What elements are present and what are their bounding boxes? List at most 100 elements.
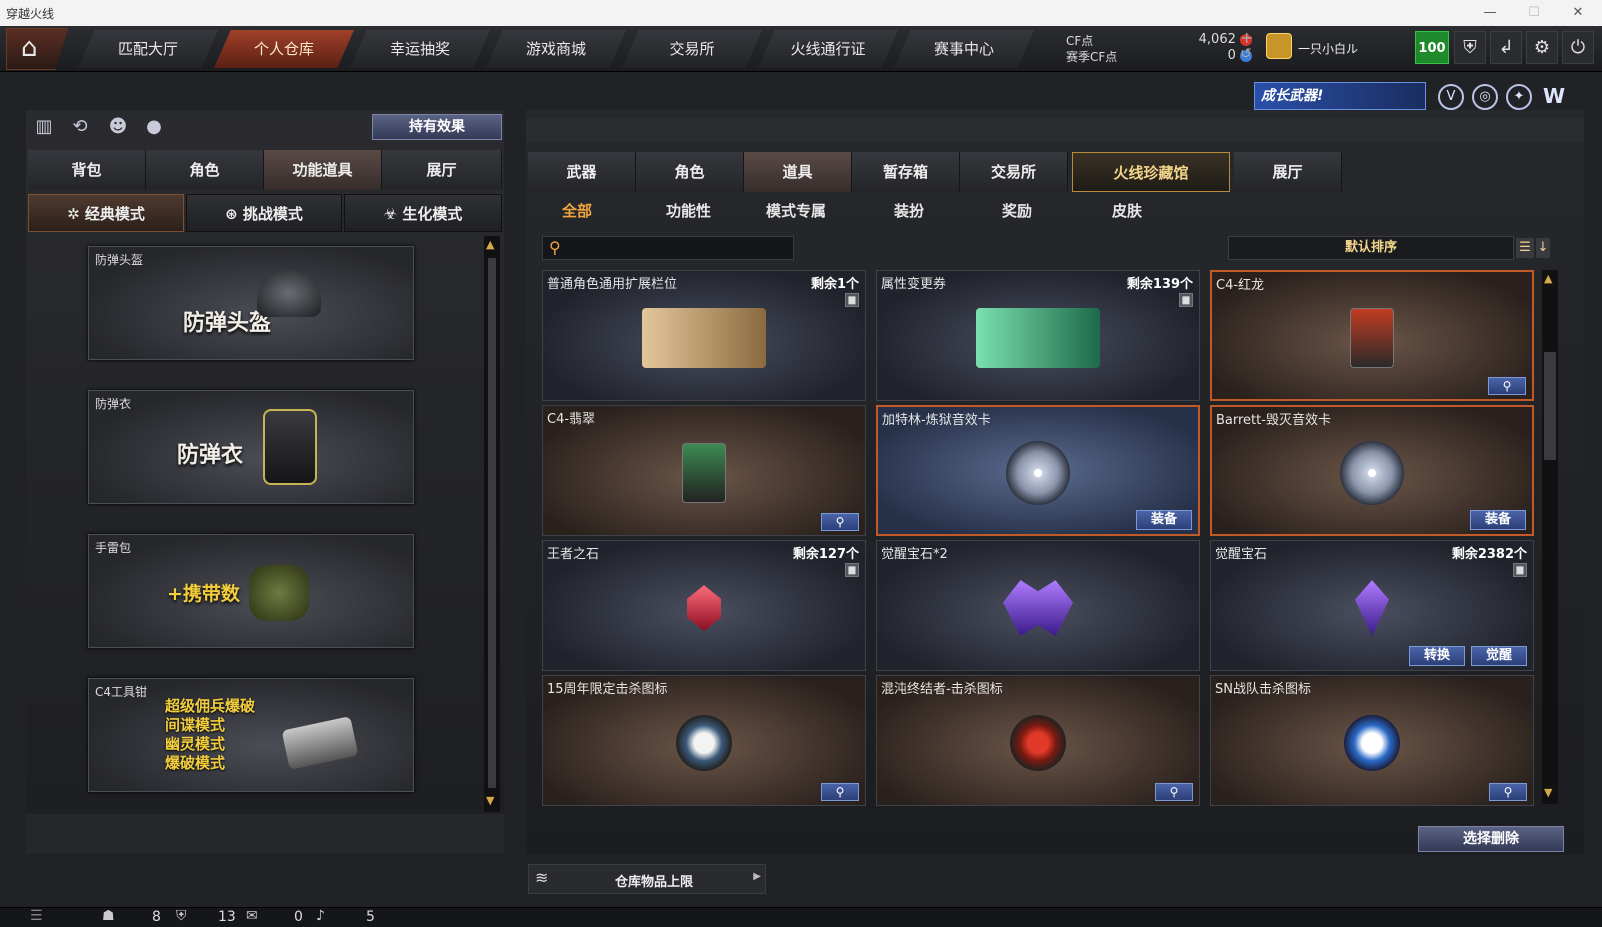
- w-emblem-icon[interactable]: W: [1540, 84, 1568, 110]
- left-tab-functional[interactable]: 功能道具: [264, 150, 382, 190]
- search-input[interactable]: [571, 239, 789, 257]
- search-box[interactable]: ⚲: [542, 236, 794, 260]
- volume-icon[interactable]: ♪: [316, 908, 325, 924]
- zoom-icon[interactable]: ⚲: [821, 783, 859, 801]
- chat-icon[interactable]: ✉: [246, 908, 258, 924]
- mode-challenge[interactable]: ⊛ 挑战模式: [186, 194, 342, 232]
- item-card[interactable]: C4-翡翠 ⚲: [542, 405, 866, 536]
- left-tab-character[interactable]: 角色: [146, 150, 264, 190]
- expand-arrow-icon[interactable]: ▶: [753, 871, 761, 882]
- power-icon[interactable]: ⏻: [1562, 31, 1594, 64]
- sort-direction-icon[interactable]: ↓: [1536, 238, 1550, 258]
- right-scroll-thumb[interactable]: [1544, 352, 1556, 460]
- right-tab-showroom[interactable]: 展厅: [1234, 152, 1342, 192]
- trash-icon[interactable]: ▆: [845, 563, 859, 577]
- badge-emblem-icon[interactable]: ✦: [1506, 84, 1532, 110]
- return-icon[interactable]: ↲: [1490, 31, 1522, 64]
- subtab-functional[interactable]: 功能性: [666, 200, 711, 221]
- nav-tab-exchange[interactable]: 交易所: [622, 30, 762, 68]
- list-view-icon[interactable]: ☰: [1516, 238, 1534, 258]
- player-info[interactable]: 一只小白ル: [1262, 30, 1407, 66]
- right-scrollbar[interactable]: ▲ ▼: [1542, 270, 1558, 804]
- right-tab-exchange[interactable]: 交易所: [960, 152, 1068, 192]
- currency-box: CF点 赛季CF点 4,062 0 + ↺: [1050, 28, 1260, 66]
- stats-icon[interactable]: ▥: [32, 116, 56, 140]
- item-card[interactable]: SN战队击杀图标 ⚲: [1210, 675, 1534, 806]
- holding-effect-button[interactable]: 持有效果: [372, 114, 502, 140]
- item-card[interactable]: C4-红龙 ⚲: [1210, 270, 1534, 401]
- zoom-icon[interactable]: ⚲: [1488, 377, 1526, 395]
- item-card[interactable]: 王者之石 剩余127个 ▆: [542, 540, 866, 671]
- subtab-reward[interactable]: 奖励: [1002, 200, 1032, 221]
- card-helmet[interactable]: 防弹头盔 防弹头盔: [88, 246, 414, 360]
- sort-dropdown[interactable]: 默认排序: [1228, 236, 1514, 260]
- growth-weapon-banner[interactable]: 成长武器!: [1254, 82, 1426, 110]
- zoom-icon[interactable]: ⚲: [1155, 783, 1193, 801]
- nav-tab-inventory[interactable]: 个人仓库: [214, 30, 354, 68]
- mode-classic[interactable]: ✲ 经典模式: [28, 194, 184, 232]
- nav-tab-shop[interactable]: 游戏商城: [486, 30, 626, 68]
- left-scroll-thumb[interactable]: [488, 258, 496, 788]
- friends-icon[interactable]: ☗: [102, 908, 115, 924]
- refresh-icon[interactable]: ↺: [1240, 46, 1252, 62]
- nav-tab-pass[interactable]: 火线通行证: [758, 30, 898, 68]
- trash-icon[interactable]: ▆: [1179, 293, 1193, 307]
- grenade-icon[interactable]: ●: [142, 116, 166, 140]
- subtab-mode-exclusive[interactable]: 模式专属: [766, 200, 826, 221]
- nav-tab-events[interactable]: 赛事中心: [894, 30, 1034, 68]
- right-tab-items[interactable]: 道具: [744, 152, 852, 192]
- close-button[interactable]: ✕: [1556, 0, 1600, 26]
- nav-tab-match-hall[interactable]: 匹配大厅: [78, 30, 218, 68]
- card-grenade-pack[interactable]: 手雷包 +携带数: [88, 534, 414, 648]
- subtab-all[interactable]: 全部: [562, 200, 592, 221]
- equip-button[interactable]: 装备: [1470, 510, 1526, 530]
- mode-zombie[interactable]: ☣ 生化模式: [344, 194, 502, 232]
- guild-icon[interactable]: ⛨: [176, 908, 187, 924]
- nav-tab-lottery[interactable]: 幸运抽奖: [350, 30, 490, 68]
- right-tab-weapon[interactable]: 武器: [528, 152, 636, 192]
- equip-button[interactable]: 装备: [1136, 510, 1192, 530]
- shield-icon[interactable]: ⛨: [1454, 31, 1486, 64]
- scroll-up-icon[interactable]: ▲: [486, 238, 494, 251]
- left-scrollbar[interactable]: ▲ ▼: [484, 236, 500, 812]
- item-card[interactable]: 15周年限定击杀图标 ⚲: [542, 675, 866, 806]
- select-delete-button[interactable]: 选择删除: [1418, 826, 1564, 852]
- awaken-button[interactable]: 觉醒: [1471, 646, 1527, 666]
- gear-icon[interactable]: ⚙: [1526, 31, 1558, 64]
- capacity-bar[interactable]: ≋ 仓库物品上限 ▶: [528, 864, 766, 894]
- v-emblem-icon[interactable]: V: [1438, 84, 1464, 110]
- trash-icon[interactable]: ▆: [845, 293, 859, 307]
- sync-icon[interactable]: ⟲: [68, 116, 92, 140]
- convert-button[interactable]: 转换: [1409, 646, 1465, 666]
- right-tab-storage[interactable]: 暂存箱: [852, 152, 960, 192]
- item-card[interactable]: 属性变更券 剩余139个 ▆: [876, 270, 1200, 401]
- right-tab-collection[interactable]: 火线珍藏馆: [1072, 152, 1230, 192]
- trash-icon[interactable]: ▆: [1513, 563, 1527, 577]
- scroll-up-icon[interactable]: ▲: [1544, 272, 1552, 285]
- left-tab-showroom[interactable]: 展厅: [382, 150, 502, 190]
- add-cf-icon[interactable]: +: [1240, 28, 1253, 47]
- character-icon[interactable]: ☻: [106, 116, 130, 140]
- card-c4-pliers[interactable]: C4工具钳 超级佣兵爆破 间谍模式 幽灵模式 爆破模式: [88, 678, 414, 792]
- subtab-skin[interactable]: 皮肤: [1112, 200, 1142, 221]
- item-name: 觉醒宝石*2: [881, 547, 948, 562]
- scroll-down-icon[interactable]: ▼: [486, 794, 494, 807]
- item-card[interactable]: Barrett-毁灭音效卡 装备: [1210, 405, 1534, 536]
- zoom-icon[interactable]: ⚲: [1489, 783, 1527, 801]
- menu-list-icon[interactable]: ☰: [30, 908, 43, 924]
- item-card[interactable]: 加特林-炼狱音效卡 装备: [876, 405, 1200, 536]
- layers-icon: ≋: [535, 868, 549, 887]
- card-vest[interactable]: 防弹衣 防弹衣: [88, 390, 414, 504]
- zoom-icon[interactable]: ⚲: [821, 513, 859, 531]
- right-tab-character[interactable]: 角色: [636, 152, 744, 192]
- maximize-button[interactable]: ☐: [1512, 0, 1556, 26]
- globe-emblem-icon[interactable]: ◎: [1472, 84, 1498, 110]
- subtab-costume[interactable]: 装扮: [894, 200, 924, 221]
- scroll-down-icon[interactable]: ▼: [1544, 786, 1552, 799]
- item-card[interactable]: 觉醒宝石*2: [876, 540, 1200, 671]
- minimize-button[interactable]: —: [1468, 0, 1512, 26]
- left-tab-backpack[interactable]: 背包: [28, 150, 146, 190]
- item-card[interactable]: 普通角色通用扩展栏位 剩余1个 ▆: [542, 270, 866, 401]
- item-card[interactable]: 混沌终结者-击杀图标 ⚲: [876, 675, 1200, 806]
- item-card[interactable]: 觉醒宝石 剩余2382个 ▆ 转换 觉醒: [1210, 540, 1534, 671]
